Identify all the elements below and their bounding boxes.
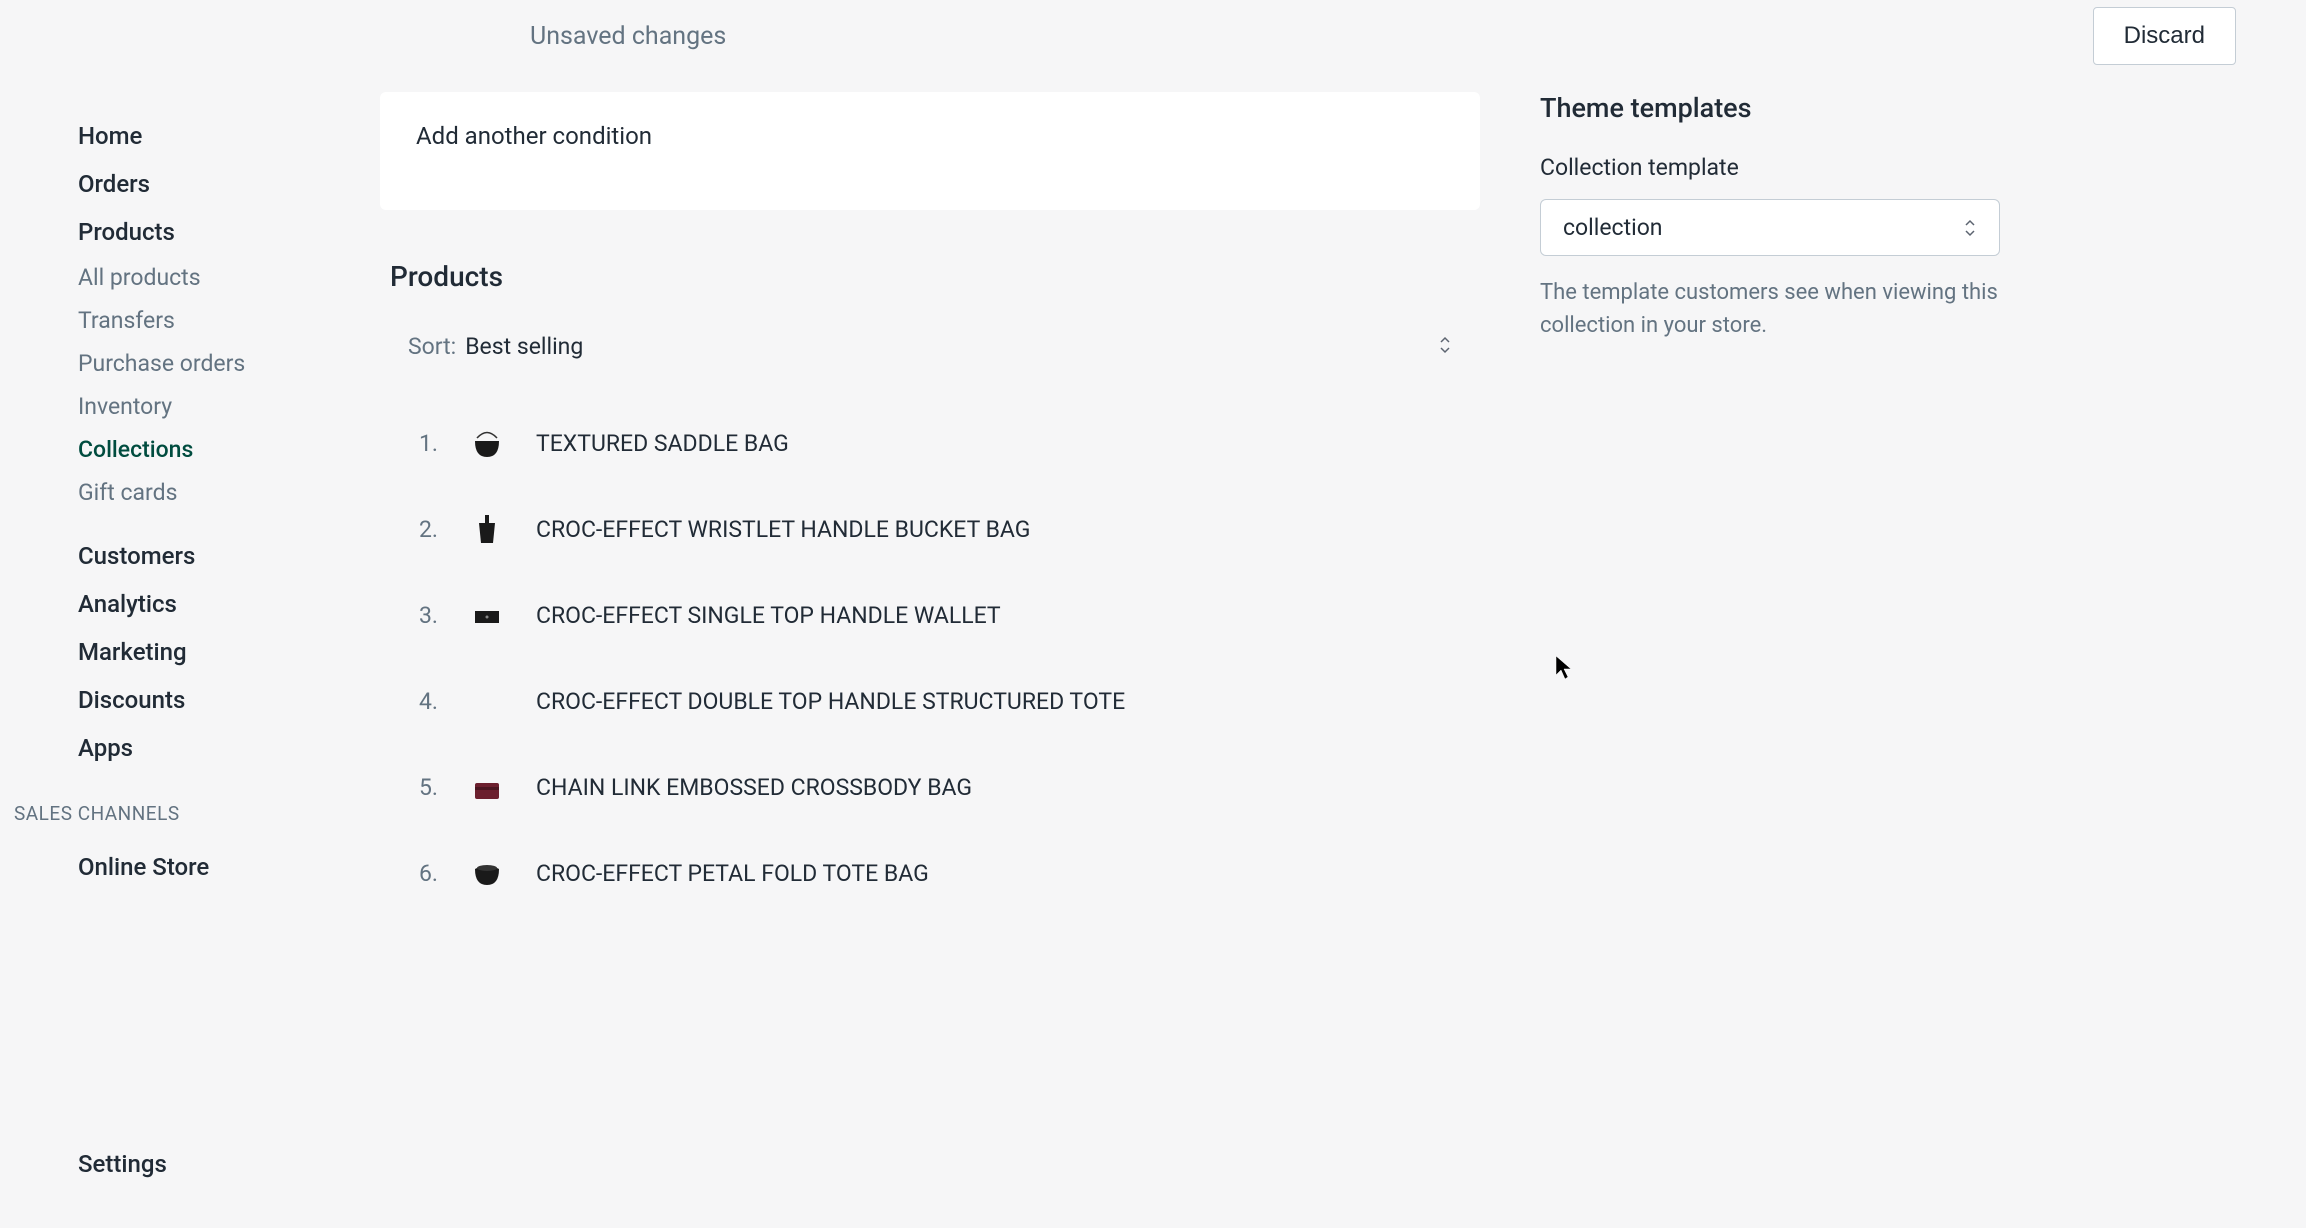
product-row[interactable]: 4. CROC-EFFECT DOUBLE TOP HANDLE STRUCTUR… [380,658,1480,744]
product-name: CROC-EFFECT DOUBLE TOP HANDLE STRUCTURED… [536,688,1125,715]
nav-home[interactable]: Home [0,112,340,160]
nav-inventory[interactable]: Inventory [0,385,340,428]
product-thumbnail [464,592,510,638]
product-thumbnail [464,850,510,896]
nav-apps[interactable]: Apps [0,724,340,772]
nav-settings[interactable]: Settings [0,1140,340,1188]
theme-help-text: The template customers see when viewing … [1540,276,2000,342]
product-row[interactable]: 1. TEXTURED SADDLE BAG [380,400,1480,486]
product-index: 3. [408,602,438,629]
sidebar-nav: Home Orders Products All products Transf… [0,72,340,1228]
nav-gift-cards[interactable]: Gift cards [0,471,340,514]
nav-marketing[interactable]: Marketing [0,628,340,676]
unsaved-changes-bar: Unsaved changes Discard [0,0,2306,72]
product-index: 4. [408,688,438,715]
discard-button[interactable]: Discard [2093,7,2236,65]
nav-sales-channels-label: SALES CHANNELS [0,772,340,843]
nav-collections[interactable]: Collections [0,428,340,471]
nav-online-store[interactable]: Online Store [0,843,340,891]
nav-customers[interactable]: Customers [0,532,340,580]
product-index: 5. [408,774,438,801]
nav-transfers[interactable]: Transfers [0,299,340,342]
theme-label: Collection template [1540,154,2000,181]
product-index: 6. [408,860,438,887]
chevron-up-down-icon [1963,218,1977,238]
chevron-up-down-icon [1438,335,1452,359]
product-name: CROC-EFFECT PETAL FOLD TOTE BAG [536,860,929,887]
theme-templates-card: Theme templates Collection template coll… [1540,92,2000,342]
product-row[interactable]: 5. CHAIN LINK EMBOSSED CROSSBODY BAG [380,744,1480,830]
nav-analytics[interactable]: Analytics [0,580,340,628]
products-card: Products Sort: Best selling 1. TEXTURED S… [380,260,1480,916]
product-row[interactable]: 6. CROC-EFFECT PETAL FOLD TOTE BAG [380,830,1480,916]
conditions-card: Add another condition [380,92,1480,210]
theme-template-select[interactable]: collection [1540,199,2000,256]
product-thumbnail [464,678,510,724]
sort-label: Sort: [408,333,456,360]
product-row[interactable]: 3. CROC-EFFECT SINGLE TOP HANDLE WALLET [380,572,1480,658]
product-thumbnail [464,506,510,552]
product-index: 1. [408,430,438,457]
product-name: CROC-EFFECT WRISTLET HANDLE BUCKET BAG [536,516,1030,543]
products-heading: Products [380,260,1480,323]
unsaved-changes-title: Unsaved changes [530,22,726,51]
sort-select[interactable]: Sort: Best selling [380,323,1480,400]
product-name: TEXTURED SADDLE BAG [536,430,789,457]
nav-all-products[interactable]: All products [0,256,340,299]
nav-discounts[interactable]: Discounts [0,676,340,724]
product-name: CHAIN LINK EMBOSSED CROSSBODY BAG [536,774,972,801]
product-name: CROC-EFFECT SINGLE TOP HANDLE WALLET [536,602,1001,629]
nav-purchase-orders[interactable]: Purchase orders [0,342,340,385]
sort-value: Best selling [465,333,583,360]
product-index: 2. [408,516,438,543]
product-thumbnail [464,420,510,466]
add-condition-button[interactable]: Add another condition [416,122,652,150]
product-list: 1. TEXTURED SADDLE BAG 2. CROC-EFFECT WRIST… [380,400,1480,916]
product-thumbnail [464,764,510,810]
product-row[interactable]: 2. CROC-EFFECT WRISTLET HANDLE BUCKET BAG [380,486,1480,572]
nav-orders[interactable]: Orders [0,160,340,208]
theme-select-value: collection [1563,214,1963,241]
nav-products[interactable]: Products [0,208,340,256]
theme-heading: Theme templates [1540,92,2000,124]
